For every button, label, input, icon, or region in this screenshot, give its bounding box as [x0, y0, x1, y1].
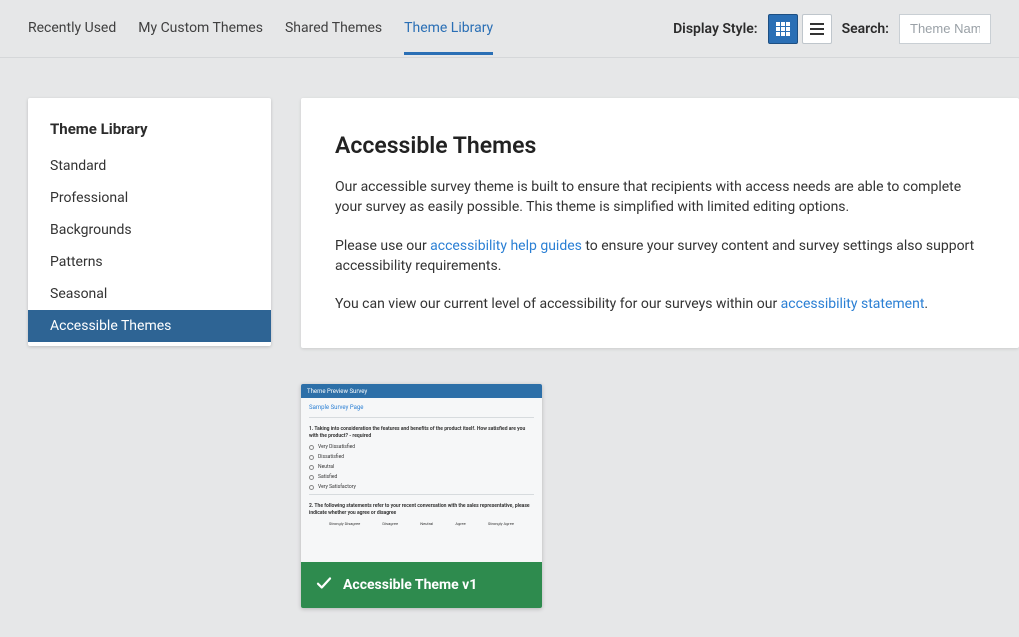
sidebar-item-backgrounds[interactable]: Backgrounds	[28, 214, 271, 246]
p3-post: .	[924, 296, 928, 312]
tab-shared-themes[interactable]: Shared Themes	[285, 2, 382, 55]
preview-scale-label: Agree	[455, 521, 465, 526]
top-bar: Recently Used My Custom Themes Shared Th…	[0, 0, 1019, 58]
main-area: Theme Library Standard Professional Back…	[0, 58, 1019, 608]
preview-scale: Strongly Disagree Disagree Neutral Agree…	[309, 521, 534, 526]
radio-icon	[309, 445, 314, 450]
preview-option: Dissatisfied	[309, 454, 534, 460]
accessibility-help-guides-link[interactable]: accessibility help guides	[430, 238, 582, 254]
preview-option: Very Satisfactory	[309, 484, 534, 490]
accessibility-statement-link[interactable]: accessibility statement	[781, 296, 925, 312]
preview-option-label: Satisfied	[318, 474, 337, 480]
preview-scale-label: Strongly Agree	[488, 521, 514, 526]
radio-icon	[309, 475, 314, 480]
preview-option: Satisfied	[309, 474, 534, 480]
preview-scale-label: Strongly Disagree	[329, 521, 360, 526]
preview-option: Very Dissatisfied	[309, 444, 534, 450]
preview-option-label: Very Dissatisfied	[318, 444, 355, 450]
theme-card-footer: Accessible Theme v1	[301, 562, 542, 608]
sidebar-item-patterns[interactable]: Patterns	[28, 246, 271, 278]
category-sidebar: Theme Library Standard Professional Back…	[28, 98, 271, 346]
theme-preview: Theme Preview Survey Sample Survey Page …	[301, 384, 542, 562]
theme-grid: Theme Preview Survey Sample Survey Page …	[301, 384, 1019, 608]
grid-icon	[775, 21, 791, 37]
content-column: Accessible Themes Our accessible survey …	[301, 98, 1019, 608]
radio-icon	[309, 455, 314, 460]
preview-option: Neutral	[309, 464, 534, 470]
display-style-buttons	[768, 14, 832, 44]
topbar-right: Display Style: Search:	[673, 14, 991, 44]
sidebar-item-accessible-themes[interactable]: Accessible Themes	[28, 310, 271, 342]
preview-body: Sample Survey Page 1. Taking into consid…	[301, 398, 542, 562]
preview-divider	[309, 417, 534, 418]
preview-question-1: 1. Taking into consideration the feature…	[309, 426, 534, 439]
preview-option-label: Very Satisfactory	[318, 484, 356, 490]
sidebar-item-professional[interactable]: Professional	[28, 182, 271, 214]
preview-option-label: Dissatisfied	[318, 454, 344, 460]
display-list-button[interactable]	[802, 14, 832, 44]
preview-divider	[309, 494, 534, 495]
search-label: Search:	[842, 21, 889, 37]
display-grid-button[interactable]	[768, 14, 798, 44]
radio-icon	[309, 465, 314, 470]
main-tabs: Recently Used My Custom Themes Shared Th…	[28, 2, 493, 55]
page-heading: Accessible Themes	[335, 132, 985, 159]
preview-option-label: Neutral	[318, 464, 334, 470]
preview-scale-label: Neutral	[420, 521, 433, 526]
radio-icon	[309, 485, 314, 490]
sidebar-title: Theme Library	[28, 118, 271, 150]
preview-header: Theme Preview Survey	[301, 384, 542, 398]
preview-scale-label: Disagree	[382, 521, 398, 526]
intro-paragraph-1: Our accessible survey theme is built to …	[335, 177, 985, 218]
search-input[interactable]	[899, 14, 991, 44]
intro-paragraph-3: You can view our current level of access…	[335, 294, 985, 314]
sidebar-item-standard[interactable]: Standard	[28, 150, 271, 182]
theme-card-accessible-v1[interactable]: Theme Preview Survey Sample Survey Page …	[301, 384, 542, 608]
p3-pre: You can view our current level of access…	[335, 296, 781, 312]
list-icon	[809, 21, 825, 37]
intro-paragraph-2: Please use our accessibility help guides…	[335, 236, 985, 277]
display-style-label: Display Style:	[673, 21, 758, 37]
check-icon	[315, 574, 333, 596]
sidebar-item-seasonal[interactable]: Seasonal	[28, 278, 271, 310]
preview-page-title: Sample Survey Page	[309, 404, 534, 411]
theme-card-title: Accessible Theme v1	[343, 577, 477, 593]
tab-my-custom-themes[interactable]: My Custom Themes	[138, 2, 263, 55]
description-card: Accessible Themes Our accessible survey …	[301, 98, 1019, 348]
tab-theme-library[interactable]: Theme Library	[404, 2, 493, 55]
tab-recently-used[interactable]: Recently Used	[28, 2, 116, 55]
preview-question-2: 2. The following statements refer to you…	[309, 503, 534, 516]
p2-pre: Please use our	[335, 238, 430, 254]
